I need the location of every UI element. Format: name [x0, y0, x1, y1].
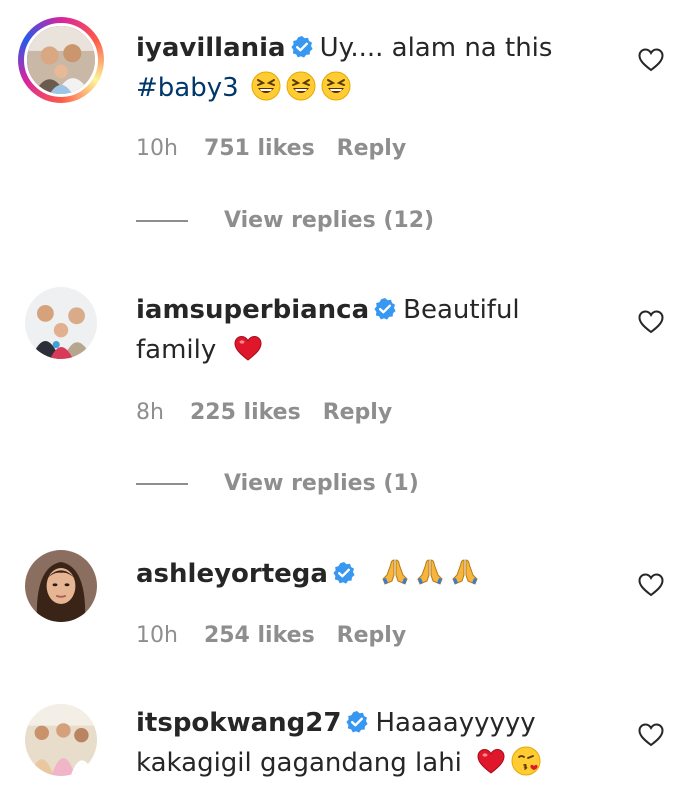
comment-text: ashleyortega	[136, 554, 596, 594]
comment-body-line1: Haaaayyyyy	[375, 708, 536, 738]
comment-meta: 8h 225 likes Reply	[136, 400, 414, 425]
view-replies-button[interactable]: View replies (12)	[136, 208, 434, 233]
verified-badge-icon	[332, 561, 356, 585]
comment-time: 8h	[136, 400, 164, 425]
comment-meta: 10h 751 likes Reply	[136, 136, 428, 161]
avatar[interactable]	[25, 704, 97, 776]
reply-button[interactable]: Reply	[323, 400, 393, 425]
avatar-image	[27, 26, 95, 94]
view-replies-label: View replies (12)	[224, 208, 435, 233]
like-heart-icon[interactable]	[637, 46, 665, 74]
comment-time: 10h	[136, 136, 178, 161]
like-heart-icon[interactable]	[637, 308, 665, 336]
comment-body-line2: kakagigil gagandang lahi	[136, 748, 462, 778]
reply-button[interactable]: Reply	[337, 623, 407, 648]
divider-line	[136, 219, 188, 222]
avatar[interactable]	[25, 550, 97, 622]
view-replies-button[interactable]: View replies (1)	[136, 471, 419, 496]
comment-body-line1: Beautiful	[403, 295, 520, 325]
avatar[interactable]	[18, 17, 104, 103]
comment-body: Uy.... alam na this	[319, 33, 553, 63]
username[interactable]: iyavillania	[136, 33, 286, 63]
like-heart-icon[interactable]	[637, 721, 665, 749]
username[interactable]: ashleyortega	[136, 559, 328, 589]
folded-hands-icon	[415, 557, 445, 587]
comment-time: 10h	[136, 623, 178, 648]
comment-text: iyavillania Uy.... alam na this #baby3	[136, 28, 596, 108]
grinning-squinting-face-icon	[251, 71, 281, 101]
avatar[interactable]	[25, 287, 97, 359]
comment-body-line2: family	[136, 335, 217, 365]
comments-list: iyavillania Uy.... alam na this #baby3 10…	[0, 0, 688, 792]
avatar-image	[25, 550, 97, 622]
folded-hands-icon	[450, 557, 480, 587]
username[interactable]: iamsuperbianca	[136, 295, 369, 325]
avatar-image	[25, 704, 97, 776]
grinning-squinting-face-icon	[321, 71, 351, 101]
comment-text: itspokwang27 Haaaayyyyy kakagigil gaganda…	[136, 703, 596, 783]
likes-count[interactable]: 225 likes	[190, 400, 301, 425]
like-heart-icon[interactable]	[637, 571, 665, 599]
face-blowing-kiss-icon	[511, 746, 541, 776]
comment-text: iamsuperbianca Beautiful family	[136, 290, 596, 370]
avatar-image	[25, 287, 97, 359]
likes-count[interactable]: 254 likes	[204, 623, 315, 648]
verified-badge-icon	[290, 35, 314, 59]
likes-count[interactable]: 751 likes	[204, 136, 315, 161]
username[interactable]: itspokwang27	[136, 708, 341, 738]
verified-badge-icon	[373, 297, 397, 321]
reply-button[interactable]: Reply	[337, 136, 407, 161]
grinning-squinting-face-icon	[286, 71, 316, 101]
red-heart-icon	[476, 746, 506, 776]
red-heart-icon	[233, 333, 263, 363]
verified-badge-icon	[345, 710, 369, 734]
comment-meta: 10h 254 likes Reply	[136, 623, 428, 648]
folded-hands-icon	[380, 557, 410, 587]
divider-line	[136, 482, 188, 485]
hashtag-link[interactable]: #baby3	[136, 73, 239, 103]
view-replies-label: View replies (1)	[224, 471, 419, 496]
